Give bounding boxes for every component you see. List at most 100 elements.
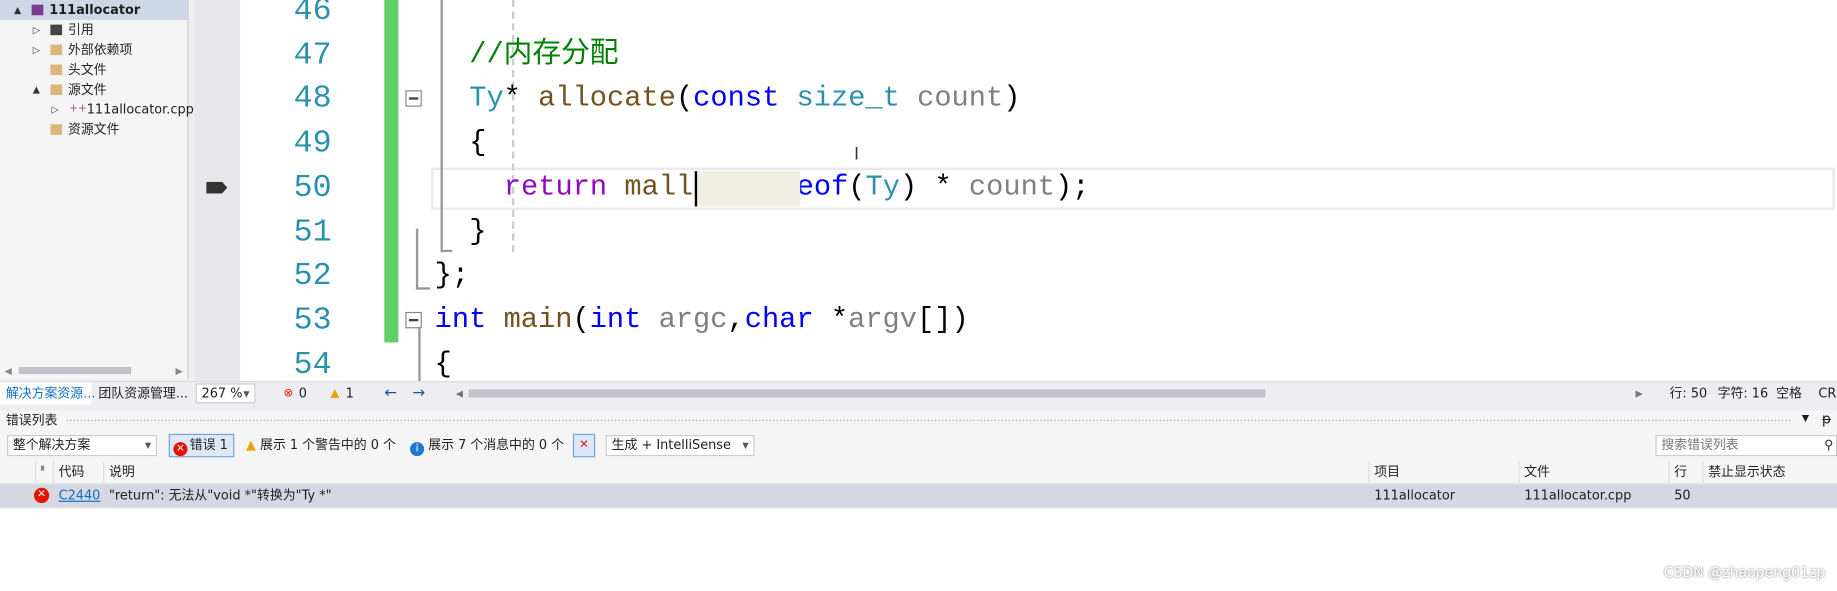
messages-filter-button[interactable]: i 展示 7 个消息中的 0 个 xyxy=(410,434,564,457)
expander-icon[interactable]: ▷ xyxy=(30,20,42,40)
reference-highlight xyxy=(694,171,801,207)
table-row[interactable]: ✕ C2440 "return": 无法从"void *"转换为"Ty *" 111a… xyxy=(0,484,1837,508)
code-token: size_t xyxy=(796,83,900,116)
tree-item-label: 111allocator xyxy=(49,2,141,18)
code-token: Ty xyxy=(865,172,900,204)
code-line[interactable]: }; xyxy=(435,255,469,300)
messages-button-label: 展示 7 个消息中的 0 个 xyxy=(428,437,565,453)
code-token: char xyxy=(744,304,814,337)
code-token: ( xyxy=(572,304,590,337)
code-token: argv xyxy=(848,304,917,337)
errors-filter-button[interactable]: ✕ 错误 1 xyxy=(168,433,235,458)
code-token: argc xyxy=(658,304,728,337)
line-number: 51 xyxy=(293,215,332,251)
navigate-forward-icon[interactable]: → xyxy=(412,382,425,404)
code-token: main xyxy=(503,304,573,337)
tree-item[interactable]: ▷ 引用 xyxy=(0,20,187,40)
tree-item[interactable]: 资源文件 xyxy=(0,120,187,140)
char-indicator: 字符: 16 xyxy=(1717,385,1769,402)
cell-code[interactable]: C2440 xyxy=(59,484,101,506)
cell-line: 50 xyxy=(1674,487,1691,504)
outline-end xyxy=(440,249,453,253)
line-number: 46 xyxy=(293,0,332,30)
column-header[interactable]: 说明 xyxy=(103,460,135,484)
scroll-left-icon[interactable]: ◀ xyxy=(5,366,12,377)
text-caret xyxy=(694,171,698,207)
source-combobox[interactable]: 生成 + IntelliSense ▼ xyxy=(605,435,755,457)
change-tracking-bar xyxy=(384,0,399,343)
error-icon: ✕ xyxy=(173,442,188,457)
tree-item[interactable]: ▷ 外部依赖项 xyxy=(0,40,187,60)
folder-icon xyxy=(50,64,63,76)
filter-icon[interactable]: ✕ xyxy=(572,433,596,458)
navigate-back-icon[interactable]: ← xyxy=(384,382,397,404)
expander-icon[interactable]: ▲ xyxy=(12,0,24,20)
line-indicator: 行: 50 xyxy=(1669,385,1708,402)
tab-team-explorer[interactable]: 团队资源管理... xyxy=(98,382,188,404)
editor-horizontal-scrollbar[interactable] xyxy=(468,389,1266,398)
expander-icon[interactable]: ▲ xyxy=(30,80,42,100)
column-header[interactable]: 项目 xyxy=(1368,460,1400,484)
code-token: return xyxy=(503,172,608,204)
column-header[interactable]: 禁止显示状态 xyxy=(1702,460,1786,484)
sidebar-horizontal-scrollbar[interactable]: ◀ ▶ xyxy=(5,364,183,377)
scroll-right-icon[interactable]: ▶ xyxy=(176,366,183,377)
error-list-panel: 错误列表 ▼ ᵽ 整个解决方案 ▼ ✕ 错误 1 ▲ 展示 1 个警告中的 0 个 … xyxy=(0,410,1837,591)
column-header[interactable]: 代码 xyxy=(52,460,84,484)
code-token: ( xyxy=(848,172,866,204)
zoom-value: 267 % xyxy=(201,385,243,402)
warning-icon: ▲ xyxy=(246,437,261,453)
column-header[interactable]: 文件 xyxy=(1518,460,1550,484)
scope-combobox[interactable]: 整个解决方案 ▼ xyxy=(7,435,157,457)
collapse-icon[interactable] xyxy=(405,90,422,107)
tree-item[interactable]: ▲ 111allocator xyxy=(0,0,188,20)
code-line[interactable]: } xyxy=(469,210,486,255)
code-token: int xyxy=(589,304,642,337)
info-icon: i xyxy=(410,442,425,457)
zoom-combobox[interactable]: 267 % ▼ xyxy=(195,383,256,404)
line-number: 52 xyxy=(293,259,332,295)
line-number: 54 xyxy=(293,347,332,382)
editor-status-bar: 解决方案资源... 团队资源管理... 267 % ▼ ⊗ 0 ▲ 1 ← → ◀… xyxy=(0,381,1837,405)
column-header[interactable]: 行 xyxy=(1668,460,1687,484)
indicator-margin xyxy=(194,0,241,382)
code-editor[interactable]: 46 47//内存分配 48 Ty* allocate(const size_t co… xyxy=(240,0,1837,382)
dropdown-icon[interactable]: ▼ xyxy=(1802,413,1809,424)
tree-item[interactable]: 头文件 xyxy=(0,60,187,80)
tree-item-label: 资源文件 xyxy=(67,121,120,138)
code-line[interactable]: Ty* allocate(const size_t count) xyxy=(469,78,1020,123)
collapse-icon[interactable] xyxy=(405,311,422,329)
line-ending-indicator[interactable]: CRL xyxy=(1818,382,1837,404)
code-line[interactable]: int main(int argc,char *argv[]) xyxy=(435,299,969,344)
code-line[interactable]: { xyxy=(469,122,486,167)
code-line[interactable]: //内存分配 xyxy=(469,34,618,79)
warnings-filter-button[interactable]: ▲ 展示 1 个警告中的 0 个 xyxy=(246,434,396,457)
line-number: 53 xyxy=(293,303,332,339)
cell-description: "return": 无法从"void *"转换为"Ty *" xyxy=(108,487,332,504)
search-input[interactable]: 搜索错误列表 ⚲ xyxy=(1655,435,1837,457)
scroll-left-icon[interactable]: ◀ xyxy=(456,382,463,404)
tree-item[interactable]: ▷ ++ 111allocator.cpp xyxy=(0,100,193,120)
code-token: //内存分配 xyxy=(469,39,619,72)
scrollbar-thumb[interactable] xyxy=(18,367,132,375)
pin-icon[interactable]: ᵽ xyxy=(1822,410,1831,426)
error-count[interactable]: 0 xyxy=(299,382,307,404)
scroll-right-icon[interactable]: ▶ xyxy=(1636,382,1643,404)
expander-icon[interactable]: ▷ xyxy=(30,40,42,60)
folder-icon xyxy=(50,124,63,135)
expander-icon[interactable]: ▷ xyxy=(49,100,61,120)
code-line[interactable]: { xyxy=(435,343,452,381)
references-icon xyxy=(50,24,63,36)
code-token: }; xyxy=(434,260,470,293)
search-icon[interactable]: ⚲ xyxy=(1824,436,1833,455)
tab-solution-explorer[interactable]: 解决方案资源... xyxy=(0,382,95,405)
warning-count[interactable]: 1 xyxy=(346,382,354,404)
whitespace-indicator[interactable]: 空格 xyxy=(1776,382,1802,404)
tree-item[interactable]: ▲ 源文件 xyxy=(0,80,187,100)
outline-line xyxy=(440,0,443,253)
